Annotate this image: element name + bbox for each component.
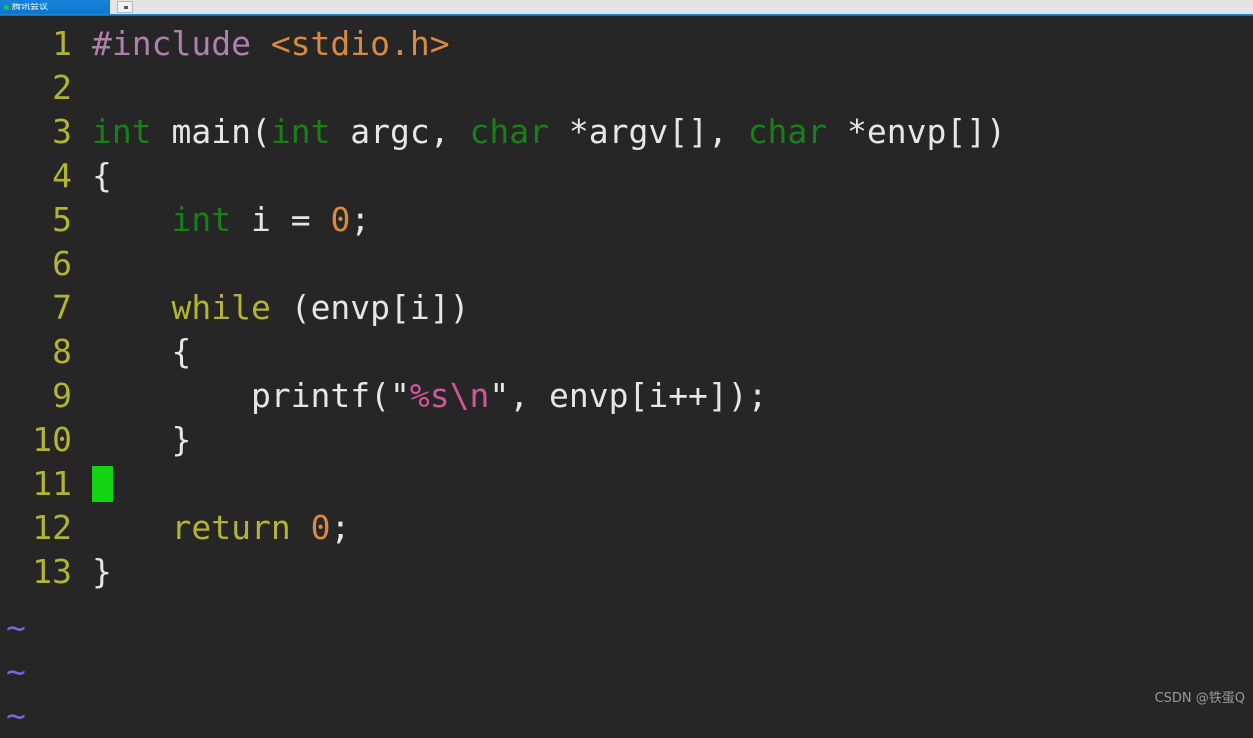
line-number: 4 [52,156,72,195]
code-token: main( [151,112,271,151]
line-number: 5 [52,200,72,239]
code-token: { [92,332,192,371]
code-line[interactable]: 7 while (envp[i]) [0,286,1253,330]
code-line[interactable]: 13} [0,550,1253,594]
code-token: *argv[], [549,112,748,151]
code-line-text: int i = 0; [72,198,1253,242]
code-token: 0 [310,508,331,547]
code-line-text: { [72,330,1253,374]
empty-line-marker: ~ [6,652,26,691]
code-line-text: while (envp[i]) [72,286,1253,330]
code-token: " [489,376,510,415]
taskbar-app-button[interactable]: 腾讯会议 [0,0,110,14]
green-dot-icon [4,4,9,10]
line-number: 1 [52,24,72,63]
code-token: , envp[i++]); [509,376,768,415]
code-line-text: } [72,418,1253,462]
code-token: " [390,376,410,415]
line-number: 12 [32,508,72,547]
code-token: #include [92,24,271,63]
code-line-text: return 0; [72,506,1253,550]
code-line[interactable]: 12 return 0; [0,506,1253,550]
line-number: 3 [52,112,72,151]
code-line[interactable]: 11 [0,462,1253,506]
code-token: <stdio.h> [270,24,450,63]
code-token: char [469,112,549,151]
line-number: 6 [52,244,72,283]
text-cursor [92,466,113,502]
code-line-text: int main(int argc, char *argv[], char *e… [72,110,1253,154]
code-token: *envp[]) [827,112,1006,151]
code-line[interactable]: 1 #include <stdio.h> [0,22,1253,66]
code-token: return [171,508,291,547]
code-token: { [92,156,112,195]
code-token: char [747,112,828,151]
code-token: int [92,112,152,151]
taskbar-app-label: 腾讯会议 [12,2,49,12]
code-line[interactable]: 8 { [0,330,1253,374]
code-line-text: } [72,550,1253,594]
code-token: while [171,288,271,327]
window-chrome-strip: 腾讯会议 [0,0,1253,16]
code-token: int [270,112,331,151]
code-token: i = [231,200,331,239]
line-number: 13 [32,552,72,591]
code-line-text [72,462,1253,506]
code-token: argc, [330,112,470,151]
code-token: } [92,420,192,459]
line-number: 2 [52,68,72,107]
code-line[interactable]: 5 int i = 0; [0,198,1253,242]
code-token: ; [330,508,351,547]
code-token: ; [350,200,371,239]
line-number: 11 [32,464,72,503]
tab-glyph-icon [124,6,128,9]
line-number: 8 [52,332,72,371]
watermark: CSDN @铁蛋Q [1154,691,1245,706]
code-token: int [171,200,232,239]
empty-line-marker: ~ [6,608,26,647]
code-line[interactable]: 10 } [0,418,1253,462]
code-line[interactable]: 3 int main(int argc, char *argv[], char *… [0,110,1253,154]
line-number: 9 [52,376,72,415]
window-tab-icon[interactable] [117,1,133,13]
code-line[interactable]: 9 printf("%s\n", envp[i++]); [0,374,1253,418]
code-token: %s\n [409,376,490,415]
code-line[interactable]: 4{ [0,154,1253,198]
code-editor[interactable]: 1 #include <stdio.h> 2 3 int main(int argc, … [0,16,1253,735]
code-line-text: printf("%s\n", envp[i++]); [72,374,1253,418]
code-line[interactable]: 2 [0,66,1253,110]
code-token: printf( [92,376,391,415]
line-number: 10 [32,420,72,459]
code-token: (envp[i]) [270,288,470,327]
code-line[interactable]: 6 [0,242,1253,286]
line-number: 7 [52,288,72,327]
code-token: } [92,552,112,591]
code-line-text: #include <stdio.h> [72,22,1253,66]
code-line-text: { [72,154,1253,198]
empty-line-marker: ~ [6,696,26,735]
code-token: 0 [330,200,351,239]
